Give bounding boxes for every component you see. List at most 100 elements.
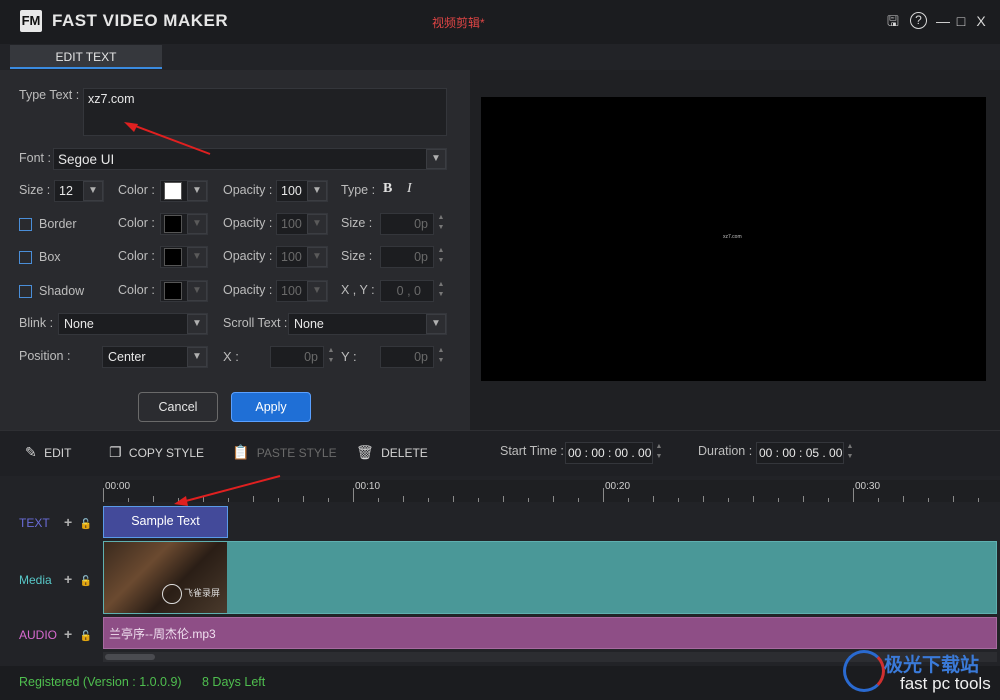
play-icon [162, 584, 182, 604]
lock-icon[interactable]: 🔓 [80, 631, 92, 642]
ruler-tick [903, 496, 904, 502]
type-text-label: Type Text : [19, 88, 80, 102]
paste-icon: 📋 [232, 444, 250, 460]
size-dropdown[interactable]: 12 ▼ [54, 180, 104, 202]
add-icon[interactable]: + [64, 626, 72, 642]
media-clip[interactable] [103, 541, 997, 614]
border-color-picker[interactable]: ▼ [160, 213, 208, 235]
ruler-tick [378, 498, 379, 502]
border-size-value: 0p [414, 217, 428, 231]
help-icon[interactable]: ? [910, 12, 927, 29]
box-opacity-label: Opacity : [223, 249, 273, 263]
position-y-input[interactable]: 0p [380, 346, 434, 368]
copy-style-label: COPY STYLE [128, 446, 205, 460]
annotation-arrow-icon [124, 122, 211, 155]
cancel-button[interactable]: Cancel [138, 392, 218, 422]
position-x-label: X : [223, 349, 239, 364]
ruler-tick [478, 498, 479, 502]
paste-style-button[interactable]: 📋 PASTE STYLE [232, 444, 337, 461]
bold-button[interactable]: B [383, 181, 392, 197]
spin-arrows-icon[interactable]: ▲ ▼ [843, 442, 857, 462]
opacity-value: 100 [281, 250, 302, 264]
ruler-tick [628, 498, 629, 502]
italic-button[interactable]: I [407, 181, 412, 197]
opacity-dropdown[interactable]: 100 ▼ [276, 180, 328, 202]
copy-style-button[interactable]: ❐ COPY STYLE [109, 444, 204, 461]
position-x-value: 0p [304, 350, 318, 364]
blink-label: Blink : [19, 316, 54, 330]
chevron-down-icon: ▼ [187, 181, 207, 201]
maximize-icon[interactable]: □ [952, 12, 970, 30]
add-icon[interactable]: + [64, 571, 72, 587]
ruler-tick [528, 498, 529, 502]
minimize-icon[interactable]: — [934, 12, 952, 30]
days-left: 8 Days Left [202, 675, 266, 689]
edit-button[interactable]: ✎ EDIT [25, 444, 71, 461]
ruler-tick [353, 488, 354, 502]
ruler-tick [878, 498, 879, 502]
ruler-tick [553, 496, 554, 502]
ruler-tick [853, 488, 854, 502]
apply-button[interactable]: Apply [231, 392, 311, 422]
ruler-tick [828, 498, 829, 502]
shadow-color-picker[interactable]: ▼ [160, 280, 208, 302]
spin-arrows-icon[interactable]: ▲ ▼ [434, 213, 448, 233]
ruler-tick [928, 498, 929, 502]
preview-overlay-text: xz7.com [723, 234, 742, 240]
box-checkbox[interactable] [19, 251, 32, 264]
opacity-value: 100 [281, 284, 302, 298]
blink-dropdown[interactable]: None ▼ [58, 313, 208, 335]
close-icon[interactable]: X [972, 12, 990, 30]
spin-arrows-icon[interactable]: ▲ ▼ [434, 280, 448, 300]
ruler-tick [603, 488, 604, 502]
ruler-label: 00:00 [105, 481, 131, 492]
box-color-picker[interactable]: ▼ [160, 246, 208, 268]
app-title: FAST VIDEO MAKER [52, 11, 229, 30]
type-text-value: xz7.com [88, 92, 135, 106]
box-opacity-dropdown[interactable]: 100 ▼ [276, 246, 328, 268]
position-dropdown[interactable]: Center ▼ [102, 346, 208, 368]
audio-track-controls: + 🔓 [64, 626, 92, 642]
border-opacity-dropdown[interactable]: 100 ▼ [276, 213, 328, 235]
chevron-down-icon: ▼ [187, 281, 207, 301]
color-swatch [164, 182, 182, 200]
ruler-tick [503, 496, 504, 502]
border-checkbox[interactable] [19, 218, 32, 231]
shadow-opacity-dropdown[interactable]: 100 ▼ [276, 280, 328, 302]
position-x-input[interactable]: 0p [270, 346, 324, 368]
shadow-xy-input[interactable]: 0 , 0 [380, 280, 434, 302]
border-size-input[interactable]: 0p [380, 213, 434, 235]
ruler-tick [428, 498, 429, 502]
box-size-input[interactable]: 0p [380, 246, 434, 268]
add-icon[interactable]: + [64, 514, 72, 530]
spin-arrows-icon[interactable]: ▲ ▼ [434, 246, 448, 266]
duration-input[interactable]: 00 : 00 : 05 . 00 [756, 442, 844, 464]
tab-edit-text[interactable]: EDIT TEXT [10, 45, 162, 69]
document-title: 视频剪辑* [432, 16, 485, 30]
border-opacity-label: Opacity : [223, 216, 273, 230]
start-time-label: Start Time : [500, 444, 564, 458]
audio-clip[interactable]: 兰亭序--周杰伦.mp3 [103, 617, 997, 649]
spin-arrows-icon[interactable]: ▲ ▼ [324, 346, 338, 366]
scrollbar-thumb[interactable] [105, 654, 155, 660]
type-label: Type : [341, 183, 376, 197]
audio-track-label: AUDIO [19, 628, 58, 642]
ruler-label: 00:30 [855, 481, 881, 492]
scroll-text-dropdown[interactable]: None ▼ [288, 313, 447, 335]
spin-arrows-icon[interactable]: ▲ ▼ [652, 442, 666, 462]
ruler-tick [703, 496, 704, 502]
shadow-checkbox[interactable] [19, 285, 32, 298]
ruler-tick [328, 498, 329, 502]
start-time-input[interactable]: 00 : 00 : 00 . 00 [565, 442, 653, 464]
lock-icon[interactable]: 🔓 [80, 576, 92, 587]
start-time-value: 00 : 00 : 00 . 00 [568, 446, 652, 460]
font-dropdown[interactable]: Segoe UI ▼ [53, 148, 447, 170]
text-color-picker[interactable]: ▼ [160, 180, 208, 202]
text-clip[interactable]: Sample Text [103, 506, 228, 538]
spin-arrows-icon[interactable]: ▲ ▼ [434, 346, 448, 366]
watermark-site: 极光下载站 [884, 655, 980, 676]
save-icon[interactable]: 🖫 [884, 12, 902, 30]
delete-button[interactable]: 🗑 DELETE [356, 444, 428, 461]
registration-status: Registered (Version : 1.0.0.9) [19, 675, 182, 689]
lock-icon[interactable]: 🔓 [80, 519, 92, 530]
